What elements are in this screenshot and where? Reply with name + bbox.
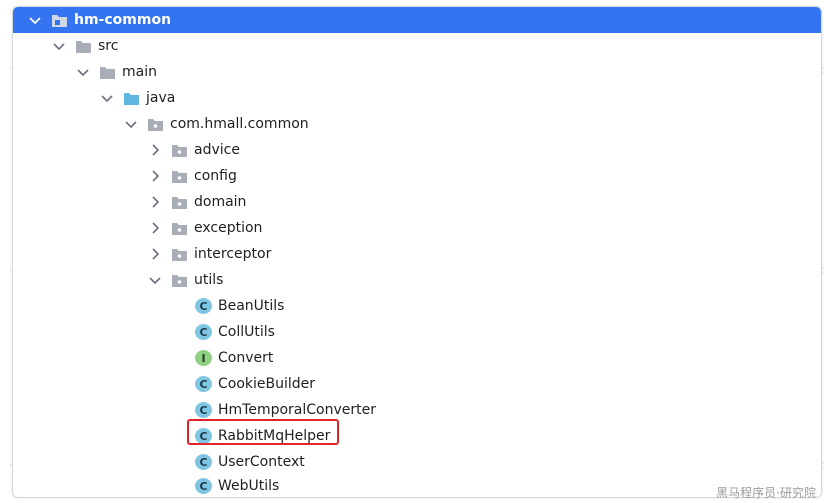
tree-node-beanutils[interactable]: C BeanUtils — [13, 293, 821, 319]
chevron-right-icon[interactable] — [147, 246, 163, 262]
package-icon — [171, 220, 188, 237]
tree-node-java[interactable]: java — [13, 85, 821, 111]
chevron-down-icon[interactable] — [123, 116, 139, 132]
class-icon: C — [195, 478, 212, 494]
tree-node-domain[interactable]: domain — [13, 189, 821, 215]
tree-node-label: hm-common — [74, 12, 172, 28]
corner-watermark: 黑马程序员·研究院 — [716, 486, 816, 500]
tree-node-label: utils — [194, 272, 224, 288]
class-icon: C — [195, 298, 212, 314]
tree-node-label: BeanUtils — [218, 298, 285, 314]
tree-node-label: HmTemporalConverter — [218, 402, 376, 418]
package-icon — [171, 142, 188, 159]
class-icon: C — [195, 376, 212, 392]
tree-node-label: java — [146, 90, 176, 106]
package-icon — [171, 272, 188, 289]
tree-node-interceptor[interactable]: interceptor — [13, 241, 821, 267]
tree-node-hm-common[interactable]: hm-common — [13, 7, 821, 33]
tree-node-config[interactable]: config — [13, 163, 821, 189]
tree-node-convert[interactable]: I Convert — [13, 345, 821, 371]
tree-node-src[interactable]: src — [13, 33, 821, 59]
tree-node-label: advice — [194, 142, 240, 158]
tree-node-exception[interactable]: exception — [13, 215, 821, 241]
folder-icon — [75, 38, 92, 55]
tree-node-cookiebuilder[interactable]: C CookieBuilder — [13, 371, 821, 397]
tree-node-label: UserContext — [218, 454, 305, 470]
tree-node-webutils[interactable]: C WebUtils — [13, 473, 821, 497]
chevron-right-icon[interactable] — [147, 168, 163, 184]
tree-node-label: interceptor — [194, 246, 272, 262]
package-icon — [171, 194, 188, 211]
tree-node-main[interactable]: main — [13, 59, 821, 85]
tree-node-label: domain — [194, 194, 247, 210]
class-icon: C — [195, 454, 212, 470]
tree-node-usercontext[interactable]: C UserContext — [13, 449, 821, 475]
tree-node-collutils[interactable]: C CollUtils — [13, 319, 821, 345]
tree-node-com-hmall-common[interactable]: com.hmall.common — [13, 111, 821, 137]
class-icon: C — [195, 402, 212, 418]
chevron-down-icon[interactable] — [51, 38, 67, 54]
tree-node-label: WebUtils — [218, 478, 280, 494]
tree-node-label: config — [194, 168, 237, 184]
package-icon — [147, 116, 164, 133]
tree-node-label: src — [98, 38, 119, 54]
package-icon — [171, 246, 188, 263]
package-icon — [171, 168, 188, 185]
folder-icon — [99, 64, 116, 81]
chevron-down-icon[interactable] — [27, 12, 43, 28]
chevron-down-icon[interactable] — [147, 272, 163, 288]
module-folder-icon — [51, 12, 68, 29]
tree-node-label: CookieBuilder — [218, 376, 316, 392]
tree-node-label: exception — [194, 220, 263, 236]
tree-node-label: Convert — [218, 350, 274, 366]
tree-node-label: com.hmall.common — [170, 116, 309, 132]
chevron-right-icon[interactable] — [147, 220, 163, 236]
interface-icon: I — [195, 350, 212, 366]
tree-node-hmtemporalconverter[interactable]: C HmTemporalConverter — [13, 397, 821, 423]
chevron-right-icon[interactable] — [147, 194, 163, 210]
highlight-box — [187, 419, 339, 445]
tree-node-utils[interactable]: utils — [13, 267, 821, 293]
project-tree-panel: hm-common src main java com.hmall.common… — [12, 6, 822, 498]
tree-node-advice[interactable]: advice — [13, 137, 821, 163]
chevron-down-icon[interactable] — [99, 90, 115, 106]
source-root-folder-icon — [123, 90, 140, 107]
tree-node-label: CollUtils — [218, 324, 275, 340]
class-icon: C — [195, 324, 212, 340]
tree-node-rabbitmqhelper[interactable]: C RabbitMqHelper — [13, 423, 821, 449]
chevron-down-icon[interactable] — [75, 64, 91, 80]
chevron-right-icon[interactable] — [147, 142, 163, 158]
tree-node-label: main — [122, 64, 157, 80]
